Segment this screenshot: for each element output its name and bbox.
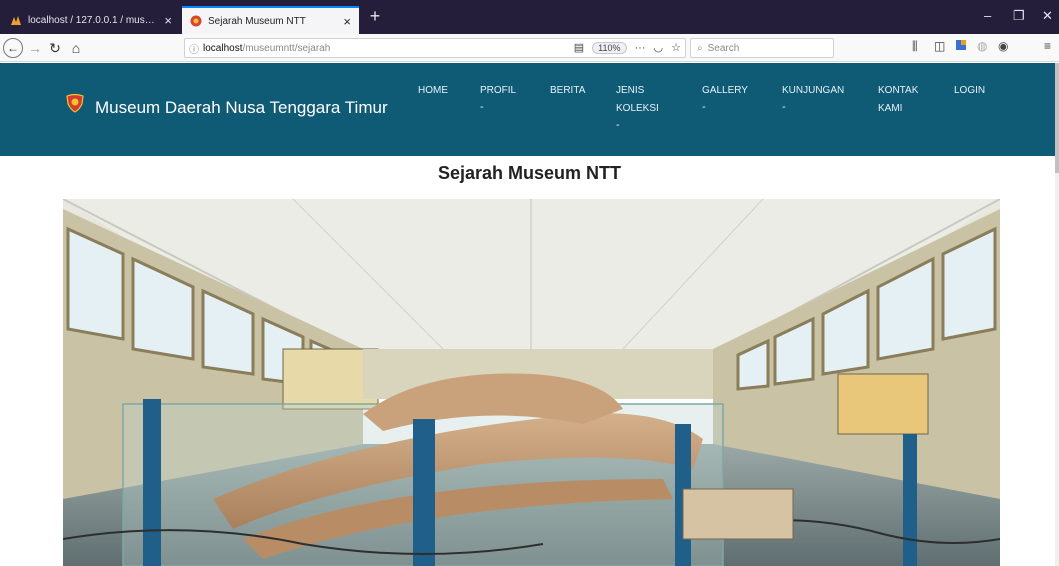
phpmyadmin-favicon-icon xyxy=(10,14,22,26)
nav-item-kontak-kami[interactable]: KONTAK KAMI xyxy=(878,82,918,118)
forward-arrow-icon[interactable]: → xyxy=(25,38,45,58)
search-input[interactable]: ⌕ Search xyxy=(690,38,834,58)
browser-tab-strip: localhost / 127.0.0.1 / museum × Sejarah… xyxy=(0,0,1059,34)
account-icon[interactable]: ◉ xyxy=(998,39,1008,53)
nav-item-profil[interactable]: PROFIL - xyxy=(480,82,516,114)
tab-title: localhost / 127.0.0.1 / museum xyxy=(28,14,159,26)
address-bar[interactable]: ⓘ localhost/museumntt/sejarah ▤ 110% ···… xyxy=(184,38,686,58)
window-minimize-icon[interactable]: – xyxy=(984,8,991,23)
sidebar-icon[interactable]: ◫ xyxy=(934,39,945,53)
nav-item-label-line2: KOLEKSI xyxy=(616,103,659,114)
dropdown-caret-icon: - xyxy=(702,101,706,113)
site-header: Museum Daerah Nusa Tenggara Timur HOME P… xyxy=(0,63,1055,156)
browser-tab-phpmyadmin[interactable]: localhost / 127.0.0.1 / museum × xyxy=(2,6,180,34)
tab-close-icon[interactable]: × xyxy=(343,14,351,29)
page-scrollbar-thumb[interactable] xyxy=(1055,63,1059,173)
site-title[interactable]: Museum Daerah Nusa Tenggara Timur xyxy=(95,98,388,118)
home-icon[interactable]: ⌂ xyxy=(66,38,86,58)
nav-item-label-line2: KAMI xyxy=(878,103,903,114)
reload-icon[interactable]: ↻ xyxy=(45,38,65,58)
browser-nav-toolbar: ← → ↻ ⌂ ⓘ localhost/museumntt/sejarah ▤ … xyxy=(0,34,1059,62)
browser-tab-sejarah[interactable]: Sejarah Museum NTT × xyxy=(182,6,359,34)
museum-logo-icon[interactable] xyxy=(65,93,85,113)
page-title: Sejarah Museum NTT xyxy=(437,163,622,183)
window-restore-icon[interactable]: ❐ xyxy=(1013,8,1025,24)
zoom-level[interactable]: 110% xyxy=(592,41,627,54)
nav-item-label: GALLERY xyxy=(702,85,748,96)
dropdown-caret-icon: - xyxy=(782,101,786,113)
nav-item-home[interactable]: HOME xyxy=(418,82,448,100)
nav-item-label: PROFIL xyxy=(480,85,517,96)
url-host: localhost xyxy=(203,42,243,54)
nav-item-jenis-koleksi[interactable]: JENIS KOLEKSI - xyxy=(616,82,659,132)
museum-favicon-icon xyxy=(190,15,202,27)
search-placeholder: Search xyxy=(707,42,740,54)
nav-item-label: BERITA xyxy=(550,85,586,96)
nav-item-kunjungan[interactable]: KUNJUNGAN - xyxy=(782,82,844,114)
nav-item-label: LOGIN xyxy=(954,85,986,96)
nav-item-label: KONTAK xyxy=(878,85,919,96)
extension-globe-icon[interactable]: ◍ xyxy=(977,39,987,53)
tab-close-icon[interactable]: × xyxy=(164,13,172,28)
site-info-icon[interactable]: ⓘ xyxy=(185,41,203,56)
nav-item-berita[interactable]: BERITA xyxy=(550,82,585,100)
dropdown-caret-icon: - xyxy=(616,119,620,131)
new-tab-plus-icon[interactable]: + xyxy=(364,6,386,27)
back-arrow-icon[interactable]: ← xyxy=(3,38,23,58)
nav-item-label: HOME xyxy=(418,85,448,96)
pocket-icon[interactable]: ◡ xyxy=(654,41,664,54)
extension-icon[interactable] xyxy=(955,39,967,54)
bookmark-star-icon[interactable]: ☆ xyxy=(671,41,681,54)
nav-item-label: JENIS xyxy=(616,85,645,96)
url-path: /museumntt/sejarah xyxy=(242,42,331,54)
more-actions-icon[interactable]: ··· xyxy=(635,42,646,54)
nav-item-gallery[interactable]: GALLERY - xyxy=(702,82,748,114)
search-icon: ⌕ xyxy=(697,42,703,54)
nav-item-login[interactable]: LOGIN xyxy=(954,82,985,100)
hamburger-menu-icon[interactable]: ≡ xyxy=(1044,39,1051,53)
nav-item-label: KUNJUNGAN xyxy=(782,85,845,96)
tab-title: Sejarah Museum NTT xyxy=(208,15,306,27)
library-icon[interactable]: ⫼ xyxy=(912,39,918,54)
dropdown-caret-icon: - xyxy=(480,101,484,113)
reader-view-icon[interactable]: ▤ xyxy=(574,41,584,54)
museum-interior-photo xyxy=(63,199,1000,566)
window-close-icon[interactable]: ✕ xyxy=(1042,8,1053,24)
